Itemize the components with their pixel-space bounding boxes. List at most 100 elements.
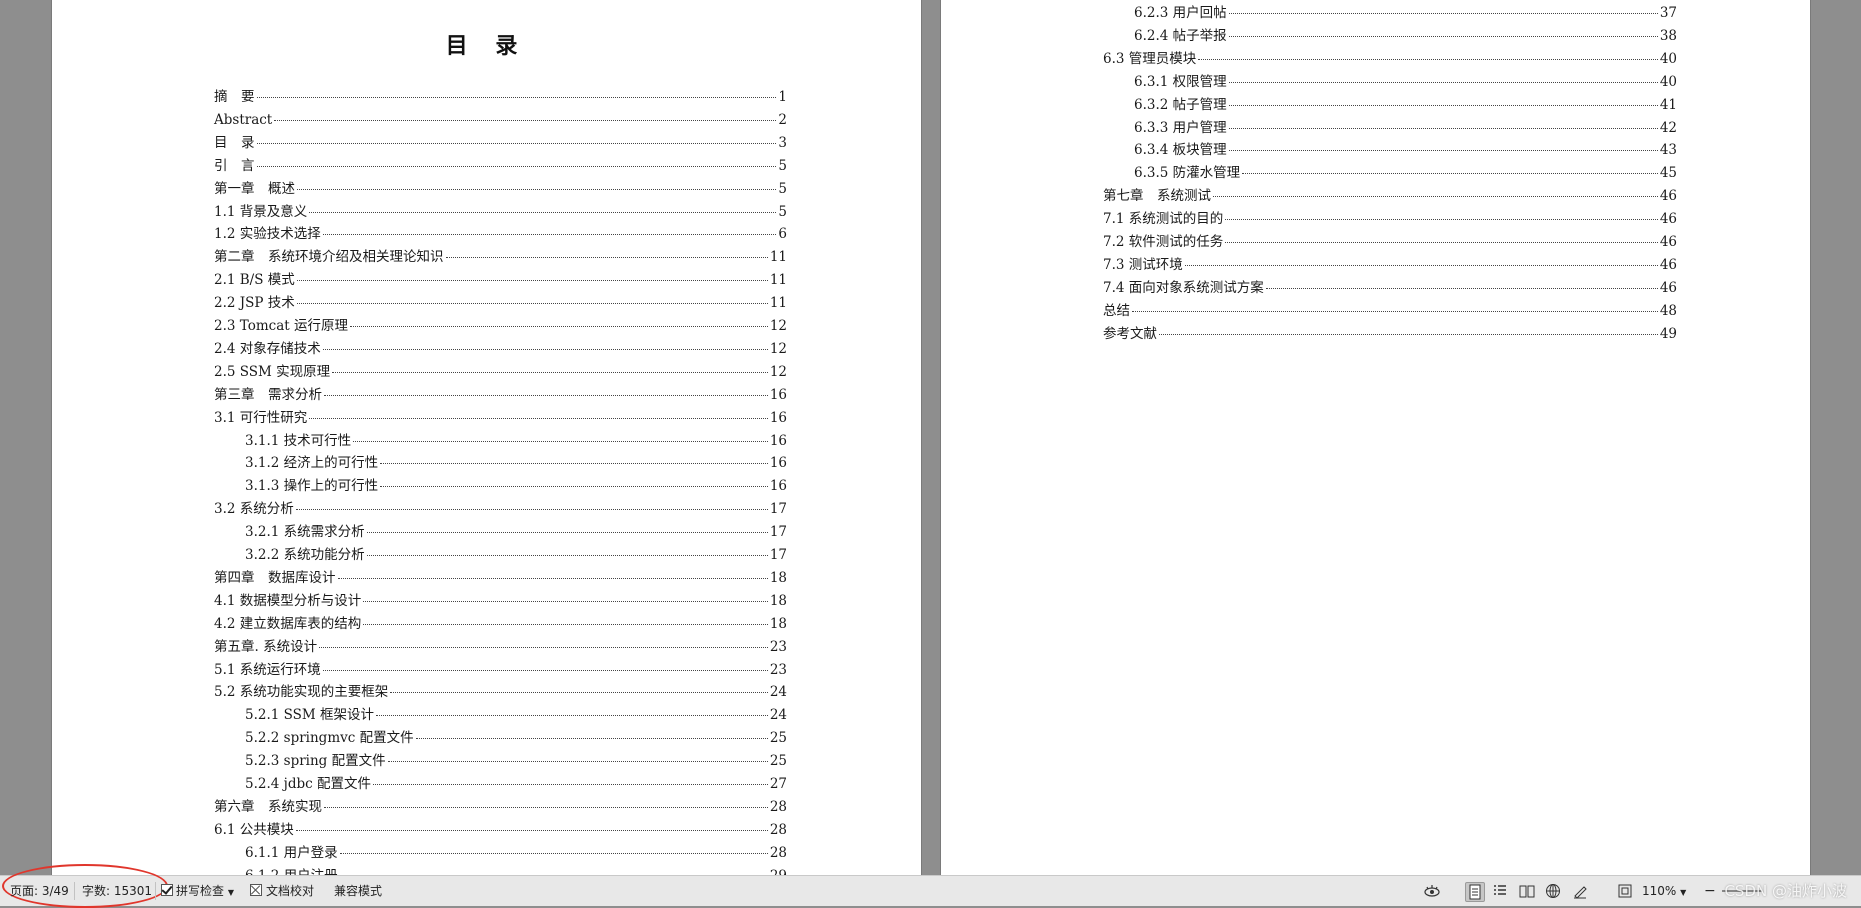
toc-entry[interactable]: 7.4 面向对象系统测试方案 46 — [1103, 279, 1677, 297]
toc-entry[interactable]: 3.2 系统分析 17 — [214, 500, 787, 518]
toc-leader-dots — [366, 555, 768, 556]
toc-entry[interactable]: 第一章 概述 5 — [214, 180, 787, 198]
toc-entry[interactable]: Abstract 2 — [214, 111, 787, 129]
toc-entry[interactable]: 第六章 系统实现 28 — [214, 798, 787, 816]
toc-entry[interactable]: 5.1 系统运行环境 23 — [214, 661, 787, 679]
toc-entry-title: 7.1 系统测试的目的 — [1103, 211, 1224, 228]
toc-entry[interactable]: 7.1 系统测试的目的 46 — [1103, 210, 1677, 228]
toc-leader-dots — [1225, 219, 1658, 221]
toc-entry[interactable]: 第三章 需求分析 16 — [214, 386, 787, 404]
toc-entry[interactable]: 6.3.3 用户管理 42 — [1134, 119, 1677, 137]
toc-entry[interactable]: 4.2 建立数据库表的结构 18 — [214, 615, 787, 633]
toc-leader-dots — [332, 371, 768, 373]
toc-entry-title: 第七章 系统测试 — [1103, 188, 1211, 205]
toc-entry[interactable]: 6.2.4 帖子举报 38 — [1134, 27, 1677, 45]
zoom-out-button[interactable]: − — [1704, 883, 1716, 899]
page-view-icon[interactable] — [1465, 882, 1485, 902]
toc-leader-dots — [363, 623, 768, 625]
reading-view-icon[interactable] — [1518, 882, 1536, 900]
page-indicator[interactable]: 页面: 3/49 — [10, 883, 69, 899]
toc-entry[interactable]: 2.5 SSM 实现原理 12 — [214, 363, 787, 381]
toc-entry-page: 46 — [1659, 279, 1677, 296]
toc-entry[interactable]: 6.3.4 板块管理 43 — [1134, 141, 1677, 159]
toc-entry[interactable]: 6.3.5 防灌水管理 45 — [1134, 164, 1677, 182]
toc-entry[interactable]: 3.2.1 系统需求分析 17 — [245, 523, 787, 541]
toc-entry[interactable]: 5.2.2 springmvc 配置文件 25 — [245, 729, 787, 747]
eye-protection-icon[interactable] — [1423, 882, 1441, 900]
toc-entry-title: 2.1 B/S 模式 — [214, 272, 295, 289]
toc-leader-dots — [296, 303, 768, 305]
web-layout-icon[interactable] — [1544, 882, 1562, 900]
toc-entry-title: 5.2.1 SSM 框架设计 — [245, 707, 375, 724]
toc-entry[interactable]: 5.2.4 jdbc 配置文件 27 — [245, 775, 787, 793]
toc-entry[interactable]: 6.2.3 用户回帖 37 — [1134, 4, 1677, 22]
toc-entry[interactable]: 7.2 软件测试的任务 46 — [1103, 233, 1677, 251]
separator — [74, 882, 75, 900]
doc-proofread-button[interactable]: 文档校对 — [250, 883, 314, 899]
toc-leader-dots — [387, 761, 768, 763]
toc-entry-page: 16 — [769, 432, 787, 449]
toc-entry[interactable]: 6.3.1 权限管理 40 — [1134, 73, 1677, 91]
toc-entry-title: 6.3 管理员模块 — [1103, 50, 1197, 67]
toc-entry[interactable]: 7.3 测试环境 46 — [1103, 256, 1677, 274]
toc-entry[interactable]: 6.3 管理员模块 40 — [1103, 50, 1677, 68]
toc-entry-title: 6.1 公共模块 — [214, 821, 294, 838]
toc-entry[interactable]: 5.2 系统功能实现的主要框架 24 — [214, 683, 787, 701]
toc-entry[interactable]: 第七章 系统测试 46 — [1103, 187, 1677, 205]
toc-entry-page: 43 — [1659, 142, 1677, 159]
toc-entry[interactable]: 3.1 可行性研究 16 — [214, 409, 787, 427]
toc-entry-title: 摘 要 — [214, 89, 255, 105]
toc-entry[interactable]: 2.1 B/S 模式 11 — [214, 271, 787, 289]
toc-entry-page: 46 — [1659, 256, 1677, 273]
toc-entry[interactable]: 6.3.2 帖子管理 41 — [1134, 96, 1677, 114]
toc-entry-title: 3.2.1 系统需求分析 — [245, 524, 365, 541]
toc-entry[interactable]: 2.4 对象存储技术 12 — [214, 340, 787, 358]
toc-entry[interactable]: 总结 48 — [1103, 302, 1677, 320]
toc-entry-page: 3 — [778, 134, 787, 151]
fit-page-icon[interactable] — [1616, 882, 1634, 900]
toc-entry[interactable]: 5.2.3 spring 配置文件 25 — [245, 752, 787, 770]
toc-leader-dots — [324, 394, 768, 396]
toc-leader-dots — [1198, 58, 1658, 60]
toc-entry[interactable]: 2.2 JSP 技术 11 — [214, 294, 787, 312]
toc-entry[interactable]: 1.2 实验技术选择 6 — [214, 225, 787, 243]
toc-entry[interactable]: 引 言 5 — [214, 157, 787, 175]
toc-entry[interactable]: 3.1.2 经济上的可行性 16 — [245, 454, 787, 472]
zoom-level[interactable]: 110% ▼ — [1642, 883, 1686, 901]
toc-entry[interactable]: 4.1 数据模型分析与设计 18 — [214, 592, 787, 610]
toc-entry[interactable]: 2.3 Tomcat 运行原理 12 — [214, 317, 787, 335]
toc-entry-title: 第六章 系统实现 — [214, 798, 322, 815]
toc-leader-dots — [372, 784, 768, 785]
word-count[interactable]: 字数: 15301 — [82, 883, 152, 899]
toc-title: 目 录 — [445, 33, 528, 59]
toc-entry[interactable]: 5.2.1 SSM 框架设计 24 — [245, 706, 787, 724]
toc-entry-page: 38 — [1659, 27, 1677, 44]
toc-entry[interactable]: 3.1.1 技术可行性 16 — [245, 432, 787, 450]
toc-entry-title: 6.2.3 用户回帖 — [1134, 5, 1227, 21]
toc-entry[interactable]: 第四章 数据库设计 18 — [214, 569, 787, 587]
toc-leader-dots — [1228, 150, 1658, 152]
toc-entry[interactable]: 参考文献 49 — [1103, 325, 1677, 343]
toc-leader-dots — [256, 142, 777, 144]
outline-view-icon[interactable] — [1491, 882, 1509, 900]
toc-entry[interactable]: 摘 要 1 — [214, 88, 787, 106]
toc-entry[interactable]: 6.1.1 用户登录 28 — [245, 844, 787, 862]
toc-entry-title: 第二章 系统环境介绍及相关理论知识 — [214, 249, 444, 266]
toc-entry-page: 28 — [769, 821, 787, 838]
pen-icon[interactable] — [1571, 882, 1589, 900]
toc-entry-page: 23 — [769, 638, 787, 655]
toc-entry[interactable]: 3.2.2 系统功能分析 17 — [245, 546, 787, 564]
toc-leader-dots — [297, 188, 777, 190]
separator — [155, 882, 156, 900]
spell-check-toggle[interactable]: 拼写检查 ▼ — [161, 883, 234, 901]
toc-entry[interactable]: 第五章. 系统设计 23 — [214, 638, 787, 656]
document-page-right: 6.2.3 用户回帖 37 6.2.4 帖子举报 38 6.3 管理员模块 40 6.3.1… — [941, 0, 1810, 876]
toc-entry[interactable]: 3.1.3 操作上的可行性 16 — [245, 477, 787, 495]
toc-entry[interactable]: 1.1 背景及意义 5 — [214, 203, 787, 221]
toc-entry[interactable]: 第二章 系统环境介绍及相关理论知识 11 — [214, 248, 787, 266]
toc-entry-title: 3.1.2 经济上的可行性 — [245, 455, 379, 472]
toc-entry-title: Abstract — [214, 111, 273, 128]
toc-entry-page: 41 — [1659, 96, 1677, 113]
toc-entry[interactable]: 6.1 公共模块 28 — [214, 821, 787, 839]
toc-entry[interactable]: 目 录 3 — [214, 134, 787, 152]
